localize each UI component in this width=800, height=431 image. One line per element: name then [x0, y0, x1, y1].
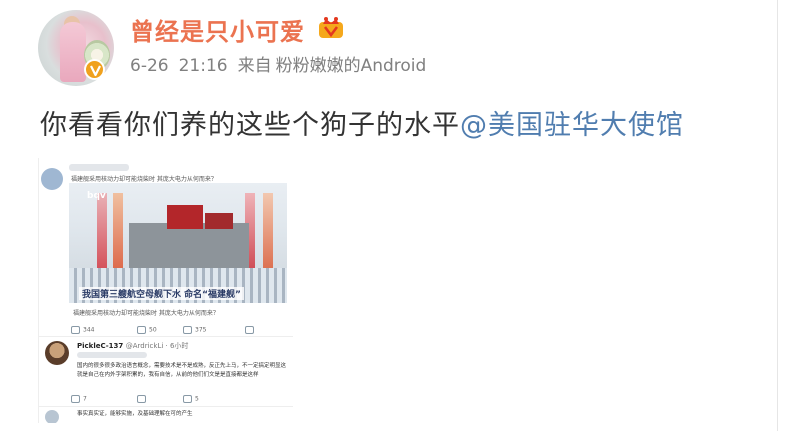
reply-like-stat[interactable]: 5 — [183, 395, 199, 403]
divider — [39, 406, 293, 407]
attached-screenshot[interactable]: 福建舰采用核动力却可能烧柴时 其庞大电力从何而来？ bqv 我国第三艘航空母舰下… — [38, 158, 293, 423]
heart-icon — [183, 326, 192, 334]
reply-author[interactable]: PickleC-137 @ArdrickLi · 6小时 — [77, 341, 188, 351]
divider — [39, 336, 293, 337]
next-reply-text: 事实真实证，能够实施，及基础理解在可的产生 — [77, 411, 193, 417]
reply-reply-count: 7 — [83, 395, 87, 403]
post-text: 你看看你们养的这些个狗子的水平@美国驻华大使馆 — [40, 103, 684, 142]
retweet-stat[interactable]: 50 — [137, 326, 157, 334]
post-body: 你看看你们养的这些个狗子的水平 — [40, 110, 460, 141]
share-icon — [245, 326, 254, 334]
share-stat[interactable] — [245, 326, 257, 334]
blurred-author-line — [69, 164, 129, 171]
image-caption: 我国第三艘航空母舰下水 命名“福建舰” — [79, 287, 244, 300]
reply-author-handle: @ArdrickLi · 6小时 — [125, 342, 189, 350]
tweet-image: bqv 我国第三艘航空母舰下水 命名“福建舰” — [69, 183, 287, 303]
content-edge-rule — [777, 0, 778, 431]
reply-like-count: 5 — [195, 395, 199, 403]
heart-icon — [183, 395, 192, 403]
post-date[interactable]: 6-26 — [130, 56, 169, 76]
carrier-hull — [129, 223, 249, 273]
tweet-question: 福建舰采用核动力却可能烧柴时 其庞大电力从何而来？ — [71, 176, 217, 183]
blurred-reply-line — [77, 352, 147, 358]
like-count: 375 — [195, 326, 207, 334]
next-reply-avatar — [45, 410, 59, 423]
reply-count: 344 — [83, 326, 95, 334]
reply-icon — [71, 326, 80, 334]
retweet-count: 50 — [149, 326, 157, 334]
username-link[interactable]: 曾经是只小可爱 — [130, 12, 305, 47]
retweet-icon — [137, 326, 146, 334]
carrier-island-2 — [205, 213, 233, 229]
tweet-author-avatar — [41, 168, 63, 190]
caption-below: 福建舰采用核动力却可能烧柴时 其庞大电力从何而来？ — [73, 310, 219, 317]
reply-text: 国内的很多很多政治语言概念，需要技术是不是成熟，反正先上马，不一定搞定明显这就是… — [77, 363, 287, 378]
post-time[interactable]: 21:16 — [179, 56, 228, 76]
post-meta: 6-26 21:16 来自 粉粉嫩嫩的Android — [130, 51, 436, 76]
reply-author-avatar — [45, 341, 69, 365]
reply-stat[interactable]: 344 — [71, 326, 94, 334]
mention-link[interactable]: @美国驻华大使馆 — [460, 110, 684, 141]
avatar-figure — [60, 22, 86, 82]
like-stat[interactable]: 375 — [183, 326, 206, 334]
reply-retweet-stat[interactable] — [137, 395, 149, 403]
retweet-icon — [137, 395, 146, 403]
reply-author-name: PickleC-137 — [77, 342, 124, 350]
reply-reply-stat[interactable]: 7 — [71, 395, 87, 403]
source-prefix: 来自 — [237, 56, 272, 76]
reply-icon — [71, 395, 80, 403]
post-source[interactable]: 粉粉嫩嫩的Android — [276, 56, 427, 76]
tv-logo: bqv — [87, 191, 106, 201]
verified-v-icon — [84, 59, 105, 80]
carrier-island — [167, 205, 203, 229]
crown-vip-icon[interactable] — [318, 15, 344, 39]
